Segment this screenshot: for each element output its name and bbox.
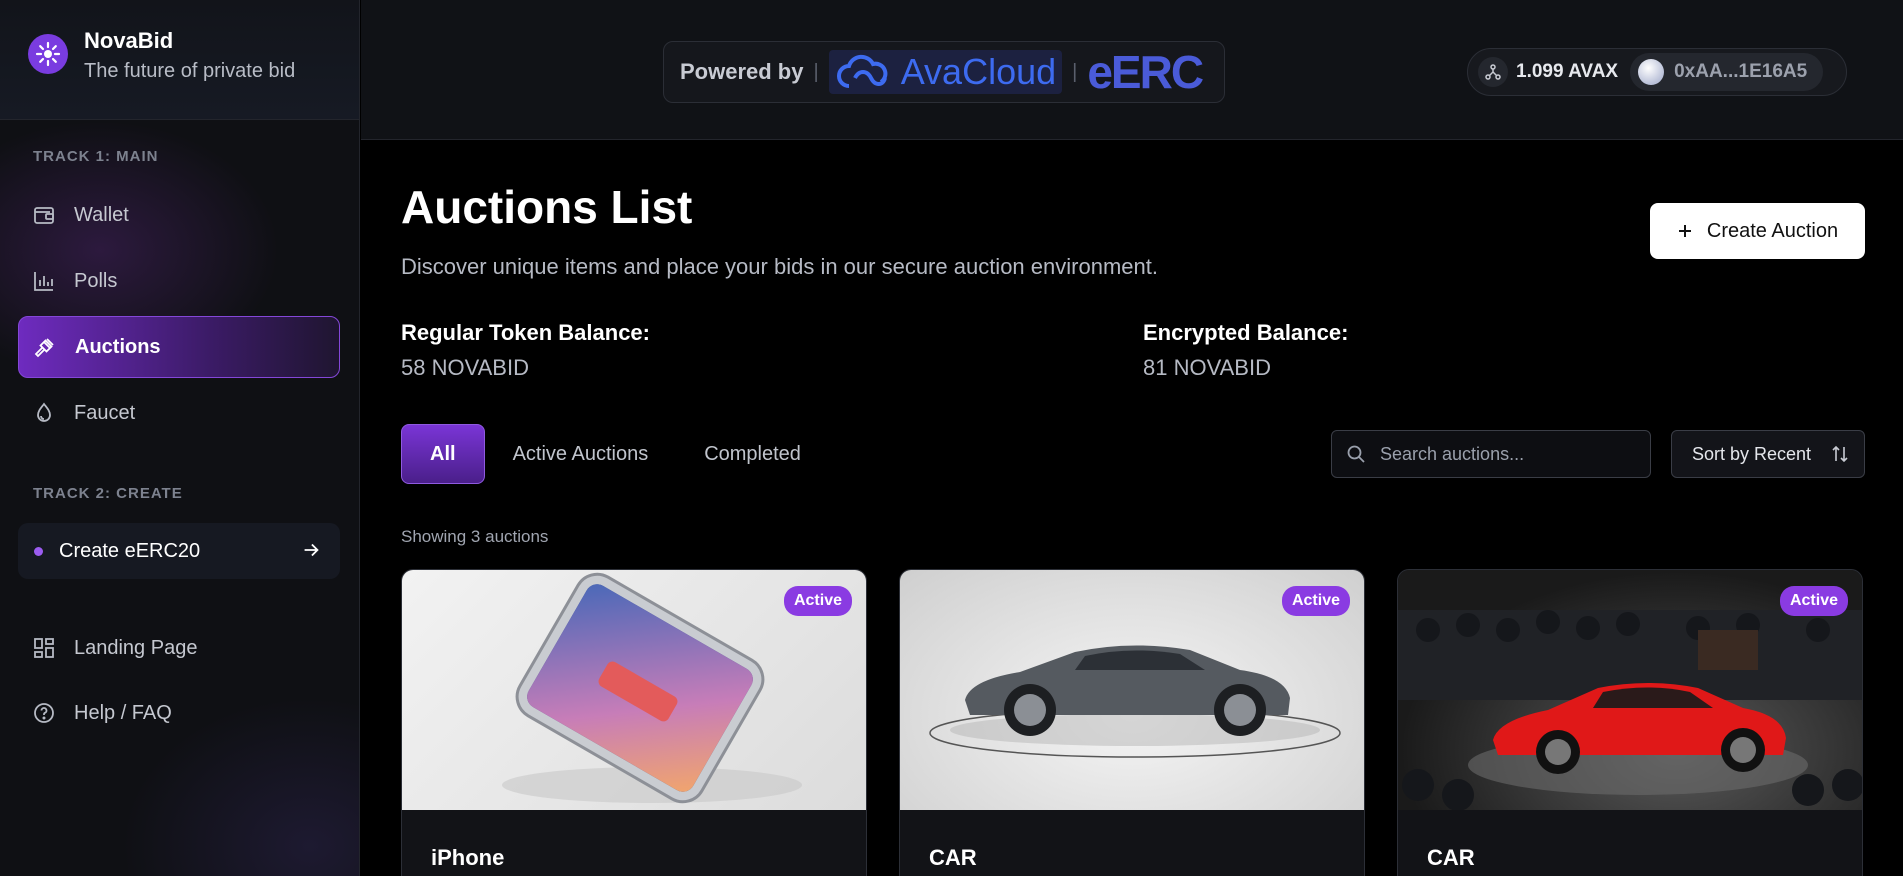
top-header: Powered by | AvaCloud | eERC 1.099 AVAX …	[361, 0, 1903, 140]
results-count: Showing 3 auctions	[401, 527, 549, 546]
section-track2: TRACK 2: CREATE	[33, 485, 183, 502]
regular-balance-value: 58 NOVABID	[401, 355, 529, 380]
tab-completed[interactable]: Completed	[676, 424, 829, 484]
sort-label: Sort by Recent	[1692, 443, 1812, 464]
wallet-icon	[34, 207, 54, 224]
sidebar-item-label: Auctions	[75, 335, 161, 358]
status-badge: Active	[1281, 586, 1350, 616]
powered-by-label: Powered by	[680, 59, 804, 84]
sidebar-item-faucet[interactable]: Faucet	[18, 382, 340, 444]
sidebar: NovaBid The future of private bid TRACK …	[0, 0, 360, 876]
status-badge: Active	[783, 586, 852, 616]
tab-all[interactable]: All	[401, 424, 485, 484]
auction-card[interactable]: Active iPhone	[401, 569, 867, 876]
auction-image-car-red: Active	[1398, 570, 1862, 810]
novabid-logo-icon	[28, 34, 68, 74]
gavel-icon	[34, 338, 54, 358]
brand-name: NovaBid	[84, 28, 174, 53]
auction-card[interactable]: Active CAR	[1397, 569, 1863, 876]
sidebar-item-help[interactable]: Help / FAQ	[18, 682, 340, 744]
auction-card[interactable]: Active CAR	[899, 569, 1365, 876]
avacloud-logo: AvaCloud	[828, 50, 1063, 94]
create-eerc20-label: Create eERC20	[59, 539, 201, 562]
tab-active-auctions[interactable]: Active Auctions	[485, 424, 677, 484]
brand-tagline: The future of private bid	[84, 60, 296, 82]
sidebar-item-polls[interactable]: Polls	[18, 250, 340, 312]
powered-by-banner: Powered by | AvaCloud | eERC	[663, 41, 1225, 103]
sidebar-item-label: Help / FAQ	[74, 701, 172, 724]
avax-balance: 1.099 AVAX	[1516, 61, 1619, 82]
auction-title: iPhone	[431, 845, 505, 870]
encrypted-balance-label: Encrypted Balance:	[1143, 320, 1349, 345]
create-auction-label: Create Auction	[1706, 219, 1839, 242]
section-track1: TRACK 1: MAIN	[33, 148, 159, 165]
sort-arrows-icon	[1832, 445, 1848, 463]
sidebar-item-landing-page[interactable]: Landing Page	[18, 617, 340, 679]
auction-title: CAR	[1427, 845, 1475, 870]
search-icon	[1347, 445, 1365, 463]
plus-icon	[1678, 225, 1691, 237]
avacloud-text: AvaCloud	[900, 51, 1057, 92]
divider: |	[813, 60, 819, 83]
arrow-right-icon	[304, 543, 319, 557]
bar-chart-icon	[34, 272, 53, 291]
droplet-icon	[37, 402, 51, 422]
wallet-address: 0xAA...1E16A5	[1674, 61, 1808, 82]
sidebar-item-wallet[interactable]: Wallet	[18, 184, 340, 246]
sidebar-item-auctions[interactable]: Auctions	[18, 316, 340, 378]
regular-balance-label: Regular Token Balance:	[401, 320, 650, 345]
auction-image-iphone: Active	[402, 570, 866, 810]
wallet-address-button[interactable]: 0xAA...1E16A5	[1630, 53, 1824, 91]
search-box[interactable]	[1331, 430, 1651, 478]
brand-header[interactable]: NovaBid The future of private bid	[0, 0, 359, 120]
auction-title: CAR	[929, 845, 977, 870]
sidebar-item-label: Faucet	[74, 401, 136, 424]
divider: |	[1072, 60, 1078, 83]
sidebar-item-label: Polls	[74, 269, 118, 292]
help-icon	[34, 703, 54, 723]
avatar	[1638, 59, 1665, 85]
page-description: Discover unique items and place your bid…	[401, 254, 1158, 279]
create-eerc20-button[interactable]: Create eERC20	[18, 523, 340, 579]
sidebar-item-label: Wallet	[74, 203, 129, 226]
cloud-icon	[836, 54, 888, 88]
network-icon	[1478, 57, 1508, 87]
auction-tabs: All Active Auctions Completed	[401, 424, 829, 484]
sort-dropdown[interactable]: Sort by Recent	[1671, 430, 1865, 478]
grid-icon	[34, 638, 54, 658]
create-auction-button[interactable]: Create Auction	[1650, 203, 1865, 259]
dot-icon	[34, 546, 43, 556]
encrypted-balance-value: 81 NOVABID	[1143, 355, 1271, 380]
search-input[interactable]	[1380, 443, 1630, 465]
wallet-status[interactable]: 1.099 AVAX 0xAA...1E16A5	[1467, 48, 1847, 96]
main-content: Auctions List Discover unique items and …	[401, 140, 1865, 876]
eerc-logo-text: eERC	[1087, 46, 1204, 98]
sidebar-item-label: Landing Page	[74, 636, 198, 659]
auction-image-car-grey: Active	[900, 570, 1364, 810]
status-badge: Active	[1779, 586, 1848, 616]
page-title: Auctions List	[401, 181, 693, 233]
